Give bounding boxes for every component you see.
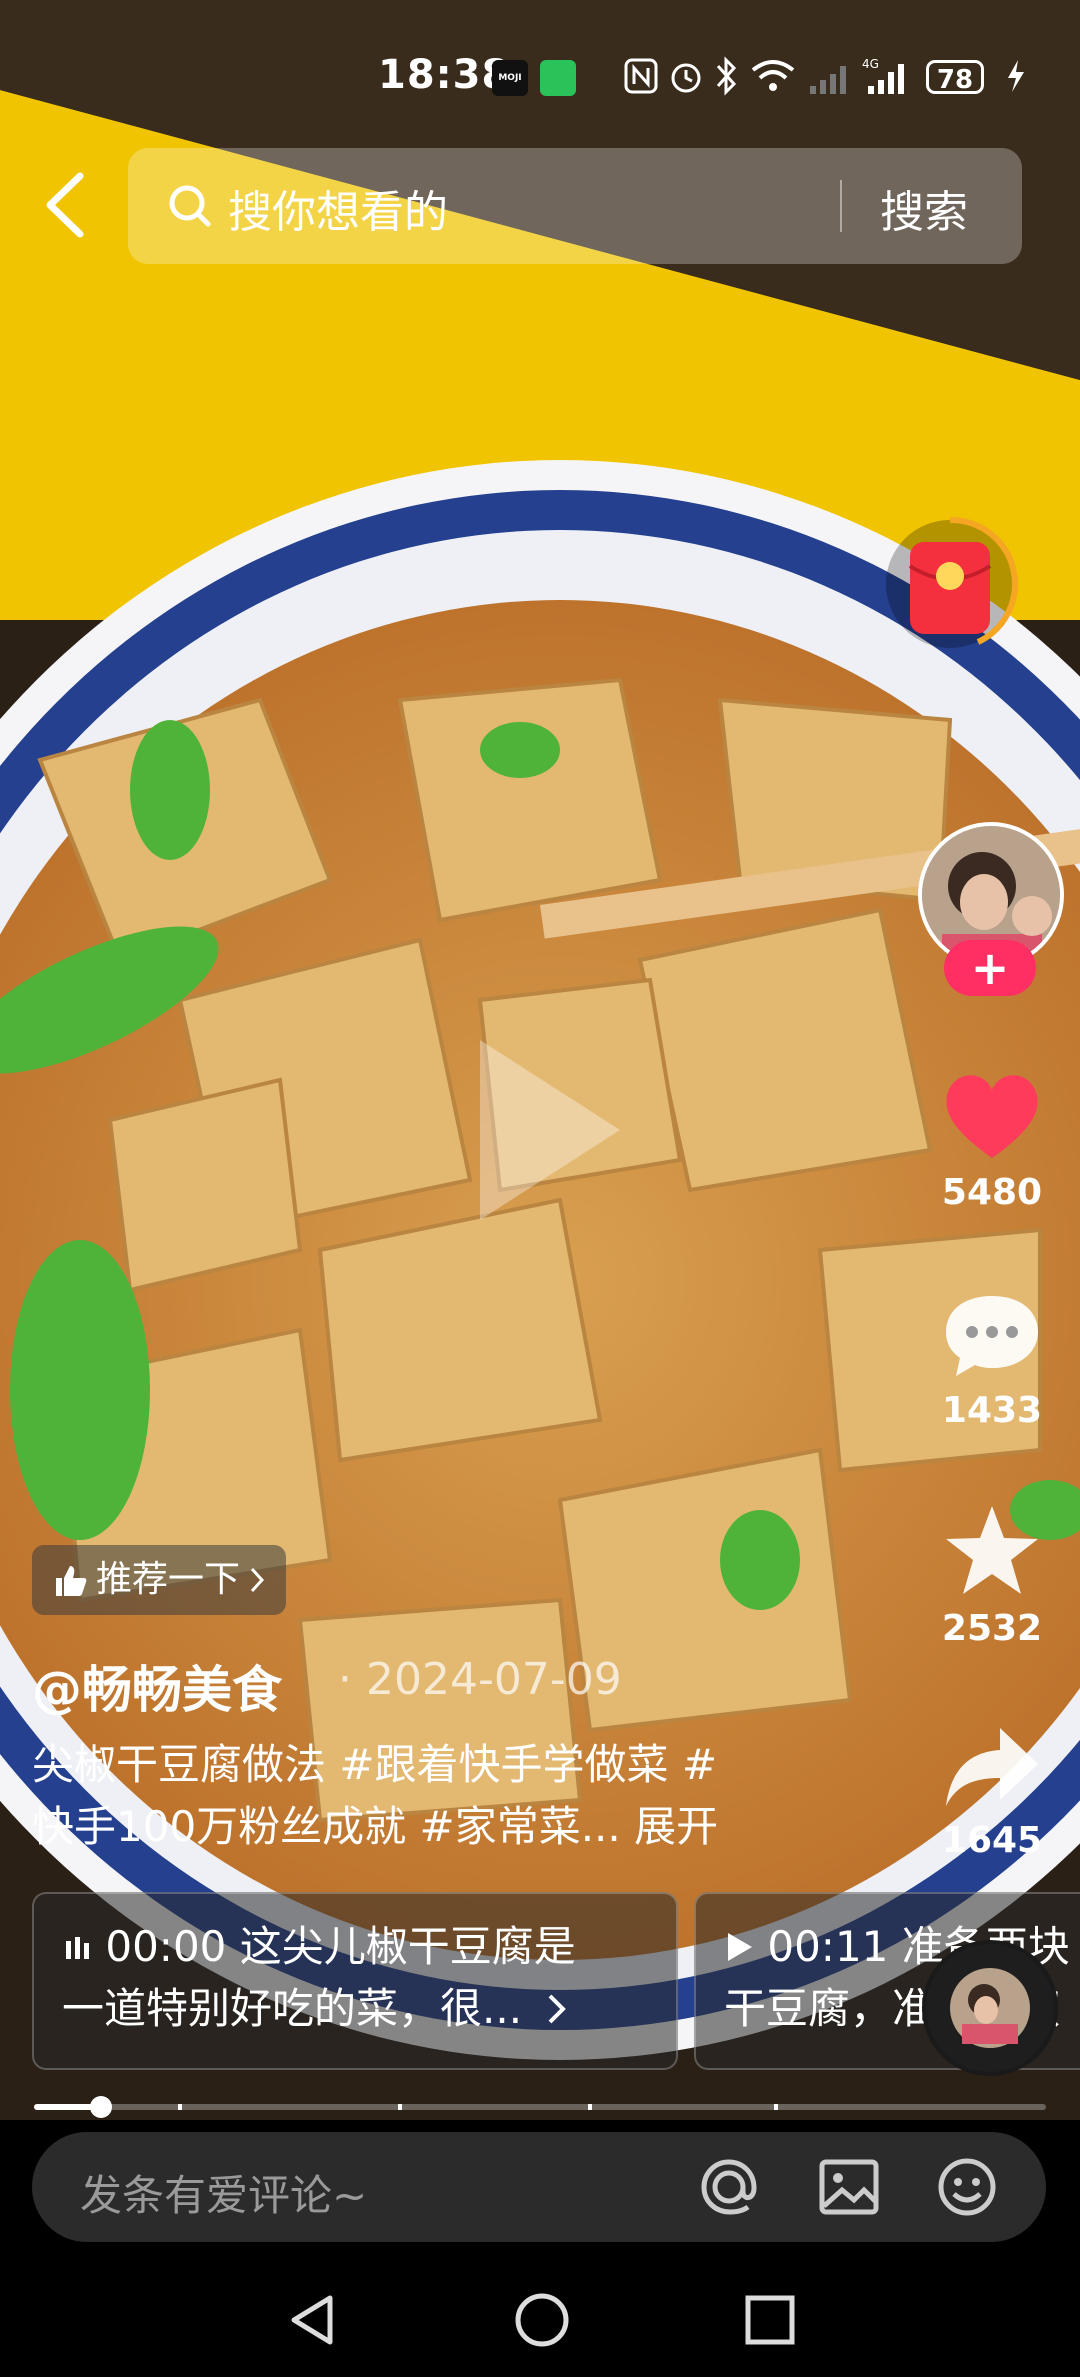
chapter-text: 这尖儿椒干豆腐是 <box>226 1922 576 1971</box>
signal-sim1-icon <box>810 66 846 94</box>
emoji-icon[interactable] <box>932 2152 1002 2222</box>
status-time: 18:38 <box>378 52 511 98</box>
bluetooth-icon <box>716 56 737 96</box>
comment-button[interactable]: 1433 <box>930 1290 1054 1431</box>
post-date: · 2024-07-09 <box>338 1654 622 1705</box>
status-bar: 18:38 MOJI 4G 78 <box>0 40 1080 120</box>
image-picker-icon[interactable] <box>814 2152 884 2222</box>
signal-4g-icon: 4G <box>862 57 904 94</box>
chapter-tick <box>774 2104 778 2110</box>
nav-home-icon[interactable] <box>512 2290 572 2350</box>
music-disc[interactable] <box>922 1940 1058 2076</box>
description-line-2: 快手100万粉丝成就 #家常菜... 展开 <box>32 1802 719 1851</box>
nav-recents-icon[interactable] <box>742 2290 798 2350</box>
search-icon <box>169 185 211 227</box>
alarm-icon <box>671 63 701 93</box>
post-date-value: 2024-07-09 <box>365 1654 622 1705</box>
search-input[interactable]: 搜你想看的 <box>228 176 448 240</box>
moji-weather-icon: MOJI <box>492 60 528 96</box>
post-description[interactable]: 尖椒干豆腐做法 #跟着快手学做菜 # 快手100万粉丝成就 #家常菜... 展开 <box>32 1734 812 1858</box>
chapter-subtitle-line: 一道特别好吃的菜，很... <box>62 1978 676 2040</box>
star-icon <box>946 1506 1038 1594</box>
chapter-card[interactable]: 00:00 这尖儿椒干豆腐是 一道特别好吃的菜，很... <box>32 1892 678 2070</box>
wifi-icon <box>751 60 795 91</box>
chapter-tick <box>398 2104 402 2110</box>
playback-progress[interactable] <box>34 2096 1046 2118</box>
recommend-label: 推荐一下 <box>96 1559 241 1600</box>
like-count: 5480 <box>941 1172 1043 1213</box>
share-arrow-icon <box>946 1728 1038 1806</box>
chevron-right-icon <box>549 1994 567 2024</box>
follow-button[interactable]: + <box>944 940 1036 996</box>
comment-count: 1433 <box>941 1390 1043 1431</box>
chapter-text-2: 一道特别好吃的菜，很... <box>62 1984 523 2033</box>
battery-indicator: 78 <box>926 60 984 95</box>
description-line-1: 尖椒干豆腐做法 #跟着快手学做菜 # <box>32 1740 718 1789</box>
recommend-button[interactable]: 推荐一下 <box>32 1545 287 1615</box>
comment-input-bar[interactable]: 发条有爱评论~ <box>32 2132 1046 2242</box>
svg-text:4G: 4G <box>862 57 879 71</box>
charging-icon <box>1008 60 1024 92</box>
chapter-time: 00:11 <box>767 1922 889 1971</box>
chapter-title-line: 00:00 这尖儿椒干豆腐是 <box>62 1916 676 1978</box>
share-count: 1645 <box>941 1820 1043 1861</box>
progress-knob[interactable] <box>90 2096 112 2118</box>
chapter-tick <box>178 2104 182 2110</box>
favorite-button[interactable]: 2532 <box>930 1502 1054 1649</box>
favorite-count: 2532 <box>941 1608 1043 1649</box>
chapter-tick <box>588 2104 592 2110</box>
red-packet-icon[interactable] <box>880 514 1020 654</box>
chevron-right-icon <box>250 1567 265 1593</box>
nfc-icon <box>624 58 658 94</box>
search-divider <box>840 180 842 232</box>
author-name[interactable]: @畅畅美食 <box>32 1650 282 1722</box>
thumbs-up-icon <box>56 1566 87 1596</box>
wechat-icon <box>540 60 576 96</box>
at-mention-icon[interactable] <box>694 2152 764 2222</box>
search-bar[interactable]: 搜你想看的 搜索 <box>128 148 1022 264</box>
back-arrow-icon[interactable] <box>36 170 96 240</box>
search-button[interactable]: 搜索 <box>880 176 968 240</box>
heart-icon <box>946 1075 1038 1158</box>
share-button[interactable]: 1645 <box>930 1722 1054 1861</box>
audio-bars-icon <box>66 1937 89 1959</box>
comment-input[interactable]: 发条有爱评论~ <box>80 2162 367 2223</box>
system-nav-bar <box>0 2262 1080 2377</box>
comment-bubble-icon <box>946 1296 1038 1376</box>
chapter-time: 00:00 <box>105 1922 227 1971</box>
like-button[interactable]: 5480 <box>930 1070 1054 1213</box>
nav-back-icon[interactable] <box>284 2290 340 2350</box>
play-triangle-icon <box>728 1933 752 1961</box>
